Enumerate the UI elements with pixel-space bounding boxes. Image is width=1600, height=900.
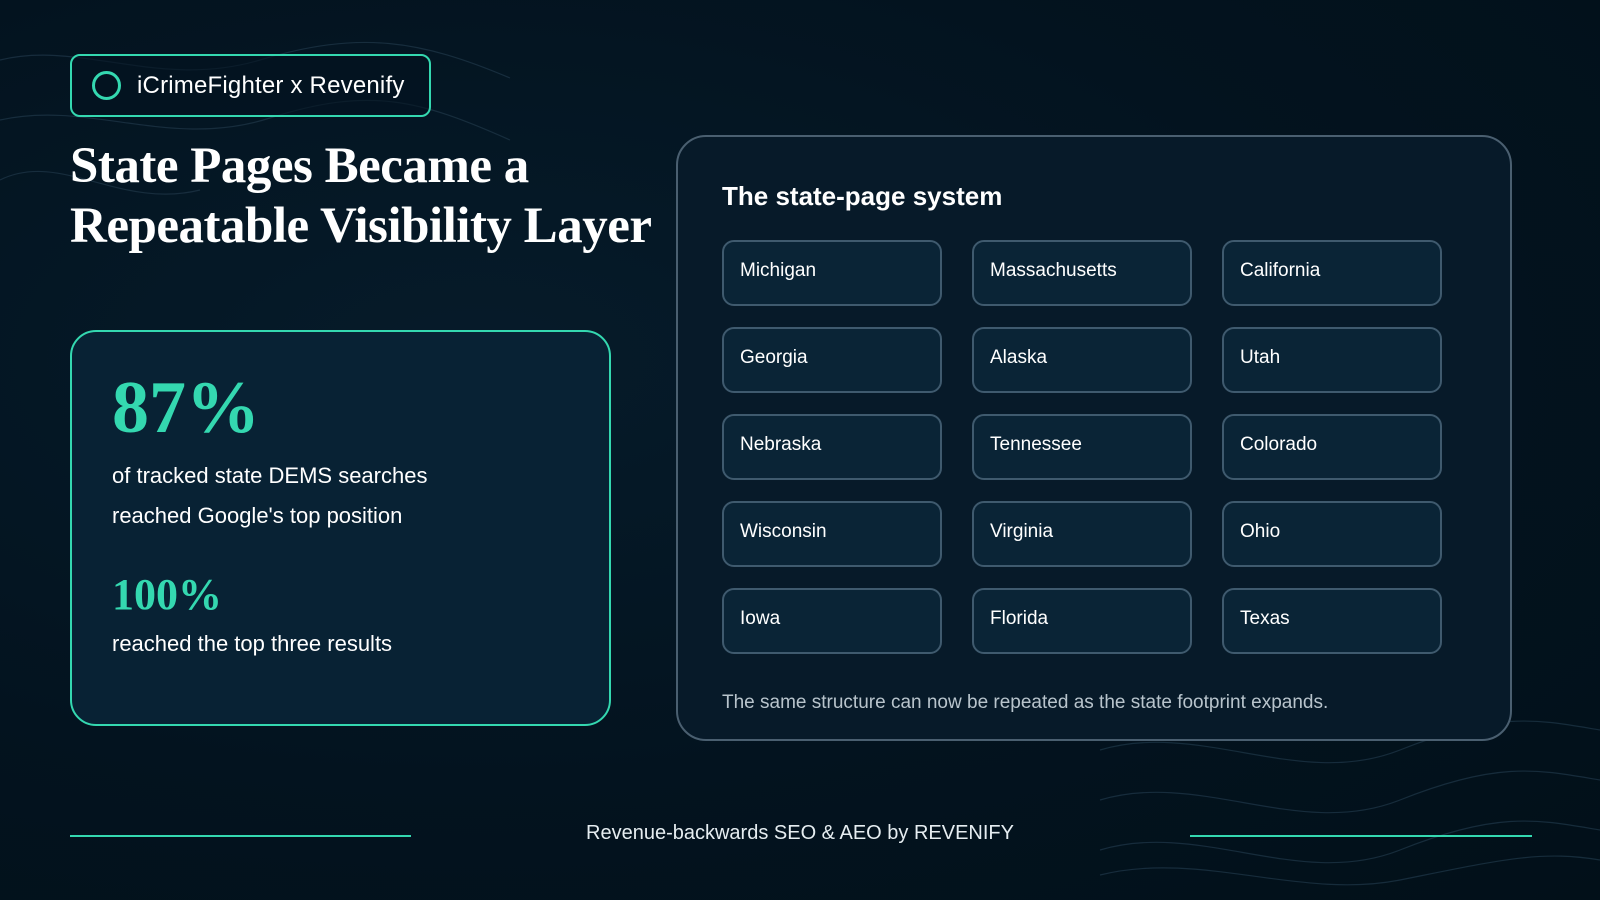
brand-label: iCrimeFighter x Revenify [137,71,405,99]
state-tile: California [1222,240,1442,306]
secondary-stat-value: 100% [112,570,222,619]
ring-icon [92,71,121,100]
page-title: State Pages Became a Repeatable Visibili… [70,136,670,256]
secondary-stat-description: reached the top three results [112,631,393,656]
footer-divider-left [70,835,411,837]
primary-stat-description-line-2: reached Google's top position [112,503,403,528]
state-system-card: The state-page system Michigan Massachus… [676,135,1512,741]
state-tile: Florida [972,588,1192,654]
state-tile: Tennessee [972,414,1192,480]
state-tile: Alaska [972,327,1192,393]
state-grid: Michigan Massachusetts California Georgi… [722,240,1468,654]
primary-stat-description: of tracked state DEMS searches reached G… [112,456,569,536]
primary-stat-value: 87% [112,367,260,449]
state-tile: Iowa [722,588,942,654]
state-tile: Massachusetts [972,240,1192,306]
page-title-line-1: State Pages Became a [70,138,529,194]
page-title-line-2: Repeatable Visibility Layer [70,198,652,254]
state-tile: Virginia [972,501,1192,567]
footer-tagline: Revenue-backwards SEO & AEO by REVENIFY [586,822,1014,844]
primary-stat-description-line-1: of tracked state DEMS searches [112,463,428,488]
state-tile: Michigan [722,240,942,306]
stats-card: 87% of tracked state DEMS searches reach… [70,330,611,726]
state-tile: Nebraska [722,414,942,480]
state-tile: Colorado [1222,414,1442,480]
state-tile: Georgia [722,327,942,393]
brand-badge: iCrimeFighter x Revenify [70,54,431,117]
state-tile: Ohio [1222,501,1442,567]
state-tile: Utah [1222,327,1442,393]
state-tile: Texas [1222,588,1442,654]
footer-divider-right [1190,835,1532,837]
state-system-title: The state-page system [722,181,1003,211]
state-tile: Wisconsin [722,501,942,567]
state-system-note: The same structure can now be repeated a… [722,692,1329,713]
